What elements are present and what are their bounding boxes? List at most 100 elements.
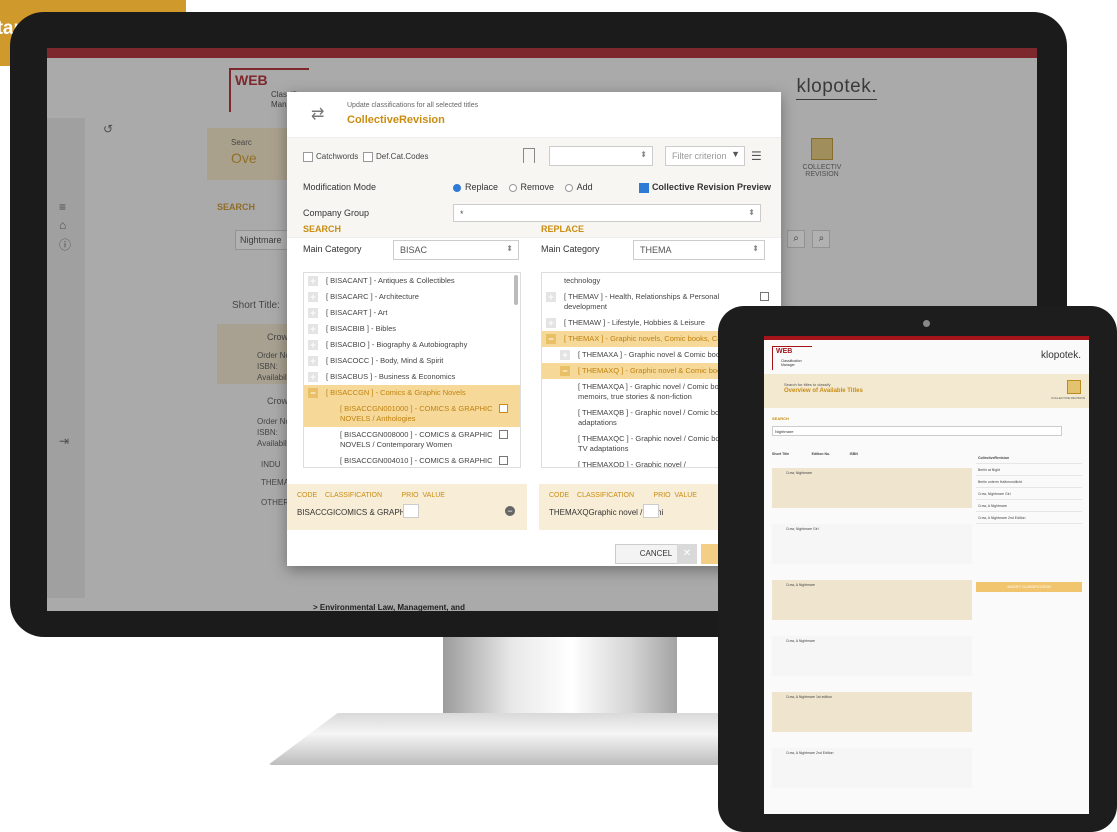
search-main-category-label: Main Category [303, 244, 362, 254]
defcat-checkbox[interactable]: Def.Cat.Codes [363, 152, 428, 162]
tablet-collective-item[interactable]: Crow, A Nightmare 2nd Edition [976, 512, 1082, 524]
tree-item-checkbox[interactable] [760, 292, 769, 301]
replace-radio[interactable]: Replace [453, 182, 502, 192]
remove-icon[interactable]: − [505, 506, 515, 516]
expand-icon[interactable]: + [308, 276, 318, 286]
tablet-logo-sub: Classification Manager [781, 359, 802, 367]
tablet-result-title: Crow, A Nightmare 2nd Edition [786, 751, 834, 755]
filter-criterion-input[interactable]: Filter criterion ▼ [665, 146, 745, 166]
replace-main-category-select[interactable]: THEMA ⬍ [633, 240, 765, 260]
tablet-overview-title: Overview of Available Titles [784, 388, 863, 394]
search-tree-item[interactable]: + [ BISACANT ] - Antiques & Collectibles [304, 273, 520, 289]
expand-icon[interactable]: + [308, 308, 318, 318]
tablet-result-row[interactable]: Crow, Nightmare [772, 468, 972, 508]
search-code-header: CODE CLASSIFICATION PRIO VALUE [297, 492, 445, 499]
tablet-collective-item[interactable]: Berlin unterm Halbmondlicht [976, 476, 1082, 488]
tablet-result-title: Crow, A Nightmare [786, 639, 815, 643]
tablet-result-row[interactable]: Crow, A Nightmare 1st edition [772, 692, 972, 732]
funnel-icon[interactable]: ▼ [731, 149, 740, 159]
tablet-collective-title: CollectiveRevision [976, 452, 1082, 464]
dialog-footer: CANCEL ✕ SAV [287, 538, 781, 566]
collapse-icon[interactable]: − [560, 366, 570, 376]
tablet-search-input[interactable]: Nightmare [772, 426, 1062, 436]
tablet-list-header: Short Title Edition No. ISBN [772, 452, 858, 456]
tablet-result-title: Crow, A Nightmare [786, 583, 815, 587]
tablet-result-row[interactable]: Crow, A Nightmare [772, 636, 972, 676]
preview-checkbox[interactable]: Collective Revision Preview [638, 182, 771, 193]
tablet-result-title: Crow, A Nightmare 1st edition [786, 695, 832, 699]
tablet-search-hint: Search for titles to classify [784, 382, 831, 387]
collective-revision-dialog: ⇄ Update classifications for all selecte… [287, 92, 781, 566]
replace-tree-item[interactable]: technology [542, 273, 781, 289]
tablet-logo-text: WEB [776, 348, 793, 355]
expand-icon[interactable]: + [560, 350, 570, 360]
add-radio[interactable]: Add [564, 182, 597, 192]
revision-icon: ⇄ [311, 106, 325, 123]
replace-prio-input[interactable] [643, 504, 659, 518]
tablet-result-title: Crow, Nightmare Girl [786, 527, 819, 531]
expand-icon[interactable]: + [308, 372, 318, 382]
replace-main-category-label: Main Category [541, 244, 600, 254]
tablet-result-row[interactable]: Crow, Nightmare Girl [772, 524, 972, 564]
expand-icon[interactable]: + [546, 292, 556, 302]
tablet-result-row[interactable]: Crow, A Nightmare 2nd Edition [772, 748, 972, 788]
mode-radio-group: Replace Remove Add [453, 182, 601, 192]
filter-list-icon[interactable]: ☰ [751, 149, 762, 163]
search-tree-item-label: [ BISACCGN ] - Comics & Graphic Novels [326, 388, 466, 397]
collapse-icon[interactable]: − [546, 334, 556, 344]
expand-icon[interactable]: + [308, 292, 318, 302]
tablet-pen-icon[interactable] [1067, 380, 1081, 394]
replace-tree-item-label: [ THEMAXQA ] - Graphic novel / Comic boo… [578, 382, 729, 401]
replace-code-header: CODE CLASSIFICATION PRIO VALUE [549, 492, 697, 499]
tablet-result-title: Crow, Nightmare [786, 471, 813, 475]
tablet-collective-item[interactable]: Crow, Nightmare Girl [976, 488, 1082, 500]
tree-item-checkbox[interactable] [499, 456, 508, 465]
search-prio-input[interactable] [403, 504, 419, 518]
replace-column-title: REPLACE [541, 224, 585, 234]
tablet-collective-item[interactable]: Berlin at Night [976, 464, 1082, 476]
search-tree-item[interactable]: [ BISACCGN001000 ] - COMICS & GRAPHIC NO… [304, 401, 520, 427]
search-tree-item[interactable]: −[ BISACCGN ] - Comics & Graphic Novels [304, 385, 520, 401]
search-selection-panel: CODE CLASSIFICATION PRIO VALUE BISACCGIC… [287, 484, 527, 530]
replace-tree-item-label: technology [564, 276, 601, 285]
tablet-result-row[interactable]: Crow, A Nightmare [772, 580, 972, 620]
camera-icon [923, 320, 930, 327]
mode-label: Modification Mode [303, 182, 377, 192]
tablet-collective-panel: CollectiveRevision Berlin at Night Berlin… [976, 452, 1082, 582]
close-icon[interactable]: ✕ [677, 544, 697, 564]
bookmark-icon[interactable] [523, 148, 535, 163]
tablet-logo: WEB Classification Manager [772, 346, 812, 370]
expand-icon[interactable]: + [546, 318, 556, 328]
remove-radio[interactable]: Remove [508, 182, 559, 192]
replace-tree-item-label: [ THEMAX ] - Graphic novels, Comic books… [564, 334, 743, 343]
modify-classification-button[interactable]: MODIFY CLASSIFICATION [976, 582, 1082, 592]
tablet-results-list: Short Title Edition No. ISBN Crow, Night… [772, 452, 972, 804]
search-tree-item[interactable]: + [ BISACBUS ] - Business & Economics [304, 369, 520, 385]
search-tree-item[interactable]: [ BISACCGN004010 ] - COMICS & GRAPHIC NO… [304, 453, 520, 467]
collapse-icon[interactable]: − [308, 388, 318, 398]
catchwords-label: Catchwords [316, 152, 359, 162]
company-group-select[interactable]: * ⬍ [453, 204, 761, 222]
replace-tree-item-label: [ THEMAW ] - Lifestyle, Hobbies & Leisur… [564, 318, 705, 327]
expand-icon[interactable]: + [308, 340, 318, 350]
replace-tree-item-label: [ THEMAXQD ] - Graphic novel / [578, 460, 686, 468]
search-tree-item[interactable]: + [ BISACARC ] - Architecture [304, 289, 520, 305]
search-tree-item[interactable]: + [ BISACBIO ] - Biography & Autobiograph… [304, 337, 520, 353]
search-tree-item[interactable]: [ BISACCGN008000 ] - COMICS & GRAPHIC NO… [304, 427, 520, 453]
tree-item-checkbox[interactable] [499, 430, 508, 439]
tablet-collective-item[interactable]: Crow, A Nightmare [976, 500, 1082, 512]
filter-select[interactable]: ⬍ [549, 146, 653, 166]
expand-icon[interactable]: + [308, 356, 318, 366]
tree-item-checkbox[interactable] [499, 404, 508, 413]
dialog-title: CollectiveRevision [347, 114, 445, 126]
search-main-category-select[interactable]: BISAC ⬍ [393, 240, 519, 260]
search-tree-item[interactable]: + [ BISACBIB ] - Bibles [304, 321, 520, 337]
search-column-title: SEARCH [303, 224, 342, 234]
defcat-label: Def.Cat.Codes [376, 152, 429, 162]
replace-tree-item-label: [ THEMAV ] - Health, Relationships & Per… [564, 292, 720, 311]
expand-icon[interactable]: + [308, 324, 318, 334]
search-tree-item[interactable]: + [ BISACART ] - Art [304, 305, 520, 321]
search-tree-item[interactable]: + [ BISACOCC ] - Body, Mind & Spirit [304, 353, 520, 369]
catchwords-checkbox[interactable]: Catchwords [303, 152, 358, 162]
search-tree-item-label: [ BISACCGN001000 ] - COMICS & GRAPHIC NO… [340, 404, 493, 423]
